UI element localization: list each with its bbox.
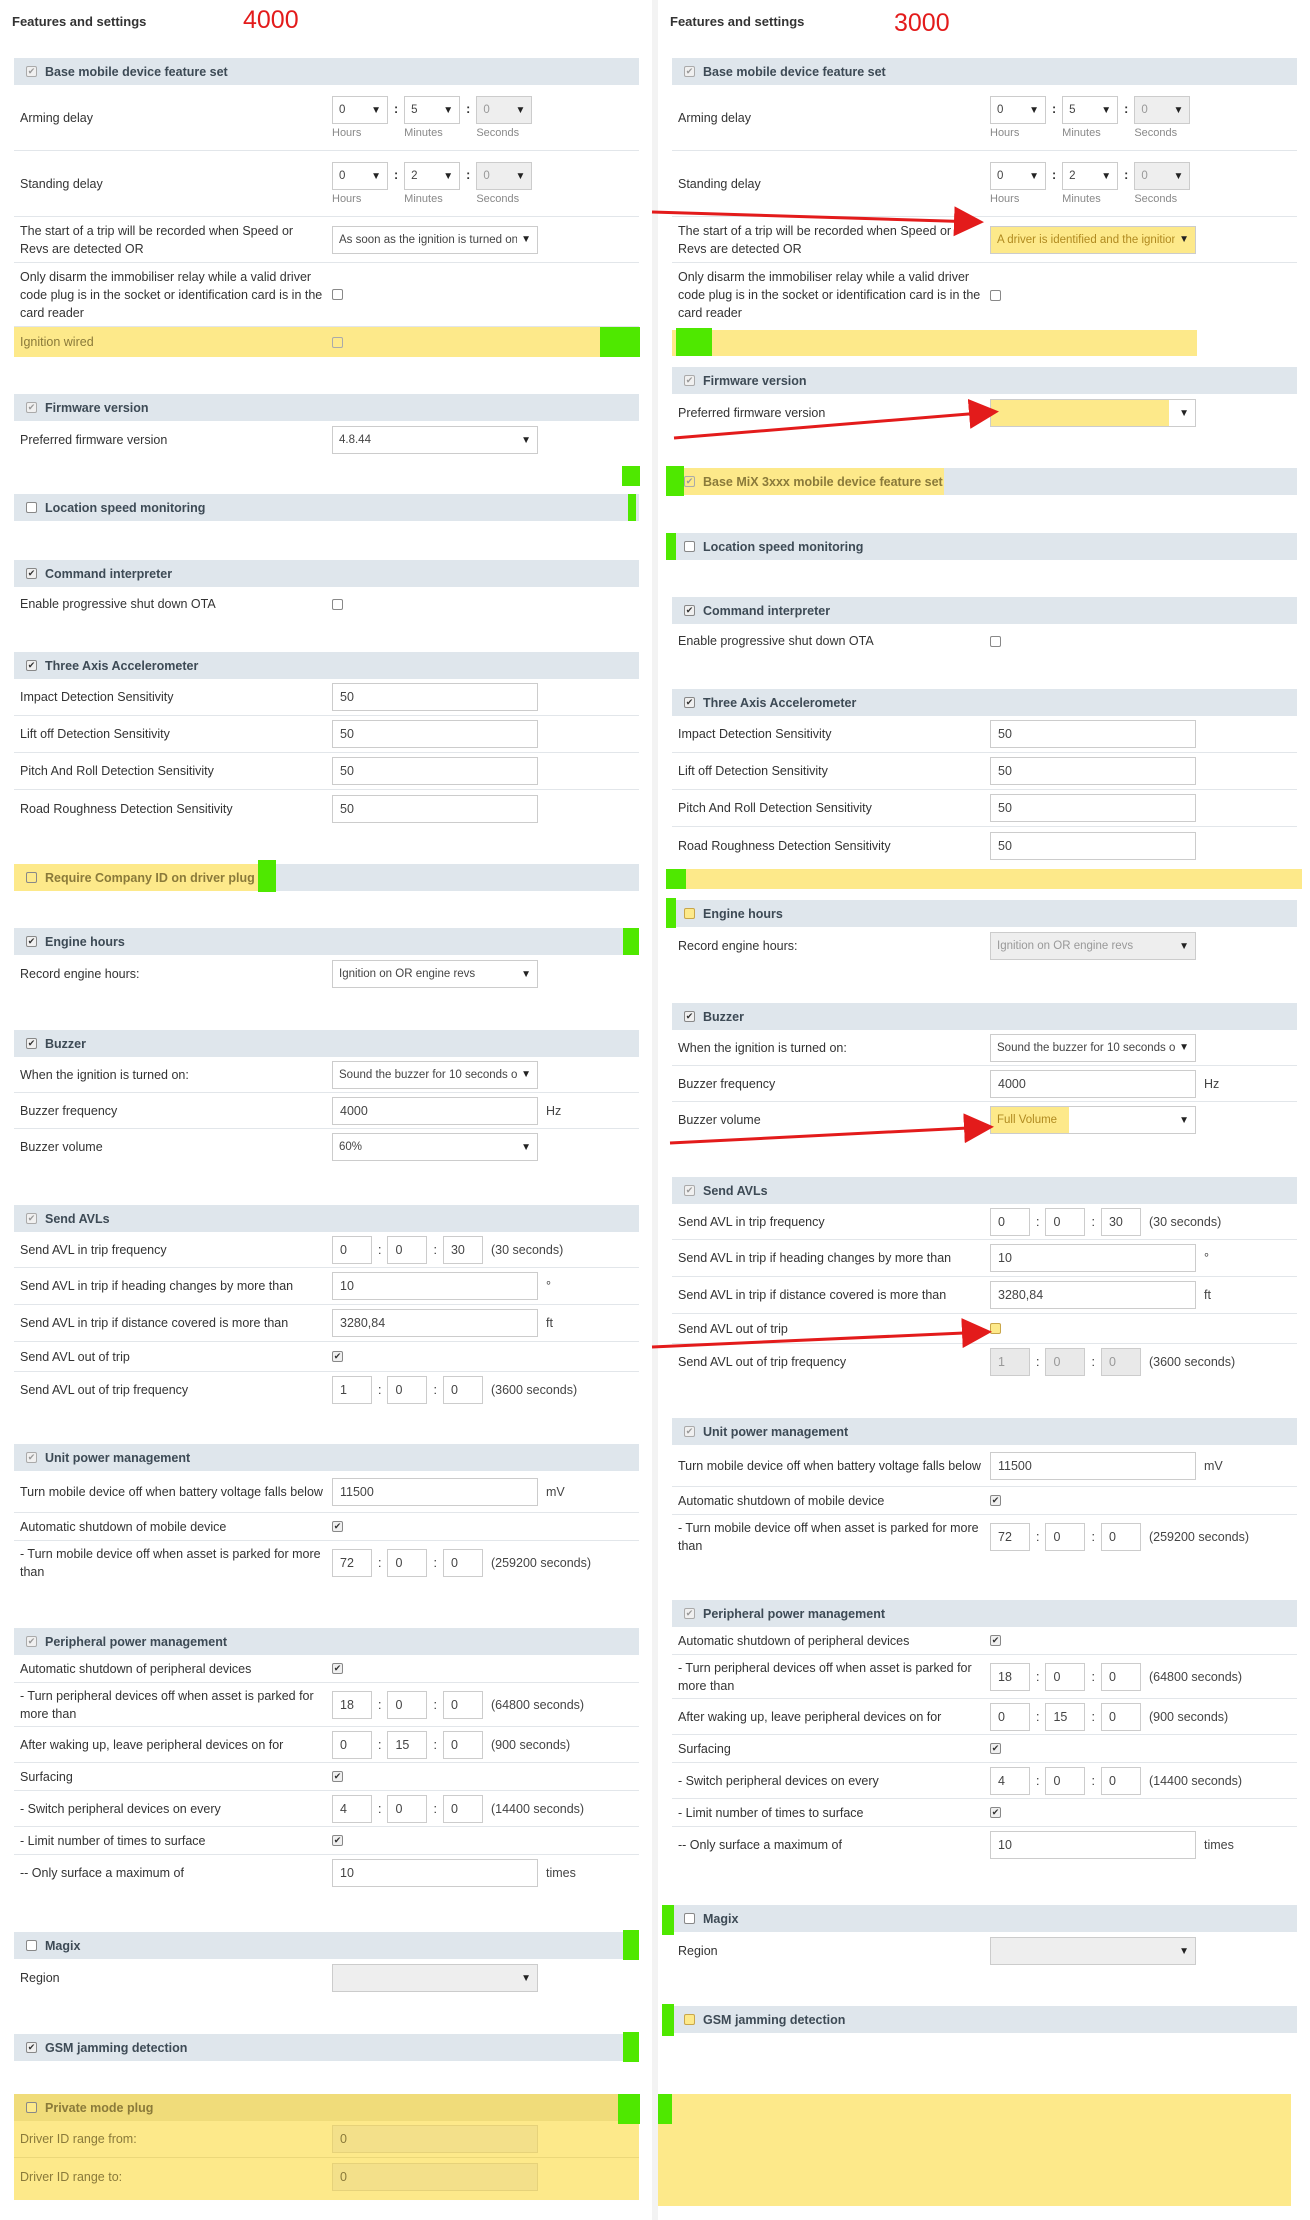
arrow-trip-start (651, 206, 984, 237)
annotation-arrows (651, 206, 999, 1349)
arrow-avl-out-of-trip (651, 1318, 992, 1349)
comparison-screenshot: Features and settings 4000 ✔ Base mobile … (0, 0, 1310, 2220)
arrow-buzzer-volume (669, 1113, 994, 1145)
arrow-firmware (673, 398, 999, 440)
